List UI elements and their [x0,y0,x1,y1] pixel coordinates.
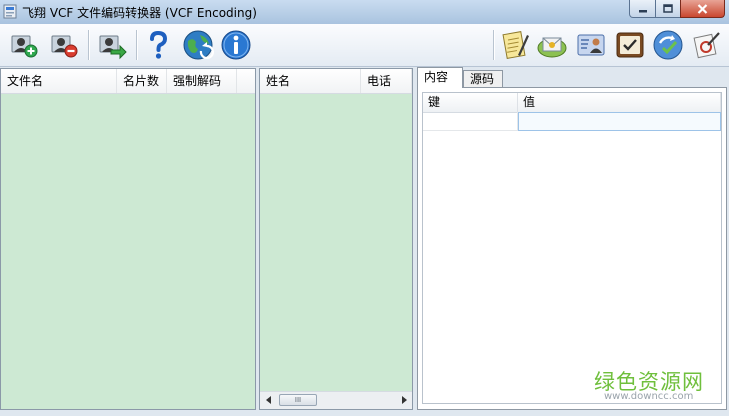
contact-list[interactable]: 姓名 电话 III [259,68,413,410]
minimize-icon [638,9,647,12]
email-icon [537,37,567,58]
column-key[interactable]: 键 [423,93,518,112]
minimize-button[interactable] [629,0,656,18]
web-update-icon [183,30,214,60]
tab-content[interactable]: 内容 [417,67,463,88]
notepad-icon [502,31,529,59]
email-button[interactable] [536,29,568,61]
add-contact-icon [11,35,38,58]
notepad-button[interactable] [499,29,531,61]
chevron-right-icon [401,396,407,404]
file-list-header: 文件名 名片数 强制解码 [1,69,255,94]
close-icon [697,3,708,14]
title-bar[interactable]: 飞翔 VCF 文件编码转换器 (VCF Encoding) [0,0,729,24]
detail-tabs: 内容 源码 [417,67,727,88]
file-list[interactable]: 文件名 名片数 强制解码 [0,68,256,410]
help-button[interactable] [142,29,174,61]
add-file-button[interactable] [8,29,40,61]
column-name[interactable]: 姓名 [260,69,361,93]
tools-button[interactable] [691,29,723,61]
remove-file-button[interactable] [48,29,80,61]
column-force-decode[interactable]: 强制解码 [167,69,237,93]
key-value-grid[interactable]: 键 值 [422,92,722,404]
tab-source[interactable]: 源码 [463,70,503,88]
scroll-thumb-grip: III [294,396,302,404]
detail-panel: 键 值 [417,87,727,410]
contact-list-header: 姓名 电话 [260,69,412,94]
schedule-button[interactable] [614,29,646,61]
sync-button[interactable] [652,29,684,61]
row-value-cell[interactable] [518,112,721,131]
key-value-header: 键 值 [423,93,721,113]
toolbar-separator [493,30,495,60]
scroll-thumb[interactable]: III [279,394,317,406]
column-card-count[interactable]: 名片数 [117,69,167,93]
convert-contact-icon [99,35,127,60]
tools-icon [693,32,720,59]
window-title: 飞翔 VCF 文件编码转换器 (VCF Encoding) [22,6,257,20]
close-button[interactable] [680,0,725,18]
app-icon [3,4,17,19]
contact-list-scrollbar[interactable]: III [260,391,412,409]
convert-button[interactable] [96,29,128,61]
contact-card-button[interactable] [575,29,607,61]
contact-card-icon [577,34,605,56]
column-phone[interactable]: 电话 [361,69,412,93]
about-button[interactable] [220,29,252,61]
help-icon [150,30,168,59]
clock-icon [616,32,644,58]
web-update-button[interactable] [182,29,214,61]
toolbar [0,24,729,67]
scroll-right-button[interactable] [395,392,412,408]
column-file-name[interactable]: 文件名 [1,69,117,93]
chevron-left-icon [265,396,271,404]
app-window: 飞翔 VCF 文件编码转换器 (VCF Encoding) 文件名 名片数 强制… [0,0,729,416]
info-icon [221,30,251,60]
maximize-icon [663,4,673,13]
maximize-button[interactable] [655,0,681,18]
row-key-cell[interactable] [423,112,518,131]
scroll-left-button[interactable] [260,392,277,408]
remove-contact-icon [51,35,78,58]
watermark-url: www.downcc.com [604,391,694,402]
sync-icon [653,30,683,60]
toolbar-separator [136,30,138,60]
column-value[interactable]: 值 [518,93,721,112]
toolbar-separator [88,30,90,60]
